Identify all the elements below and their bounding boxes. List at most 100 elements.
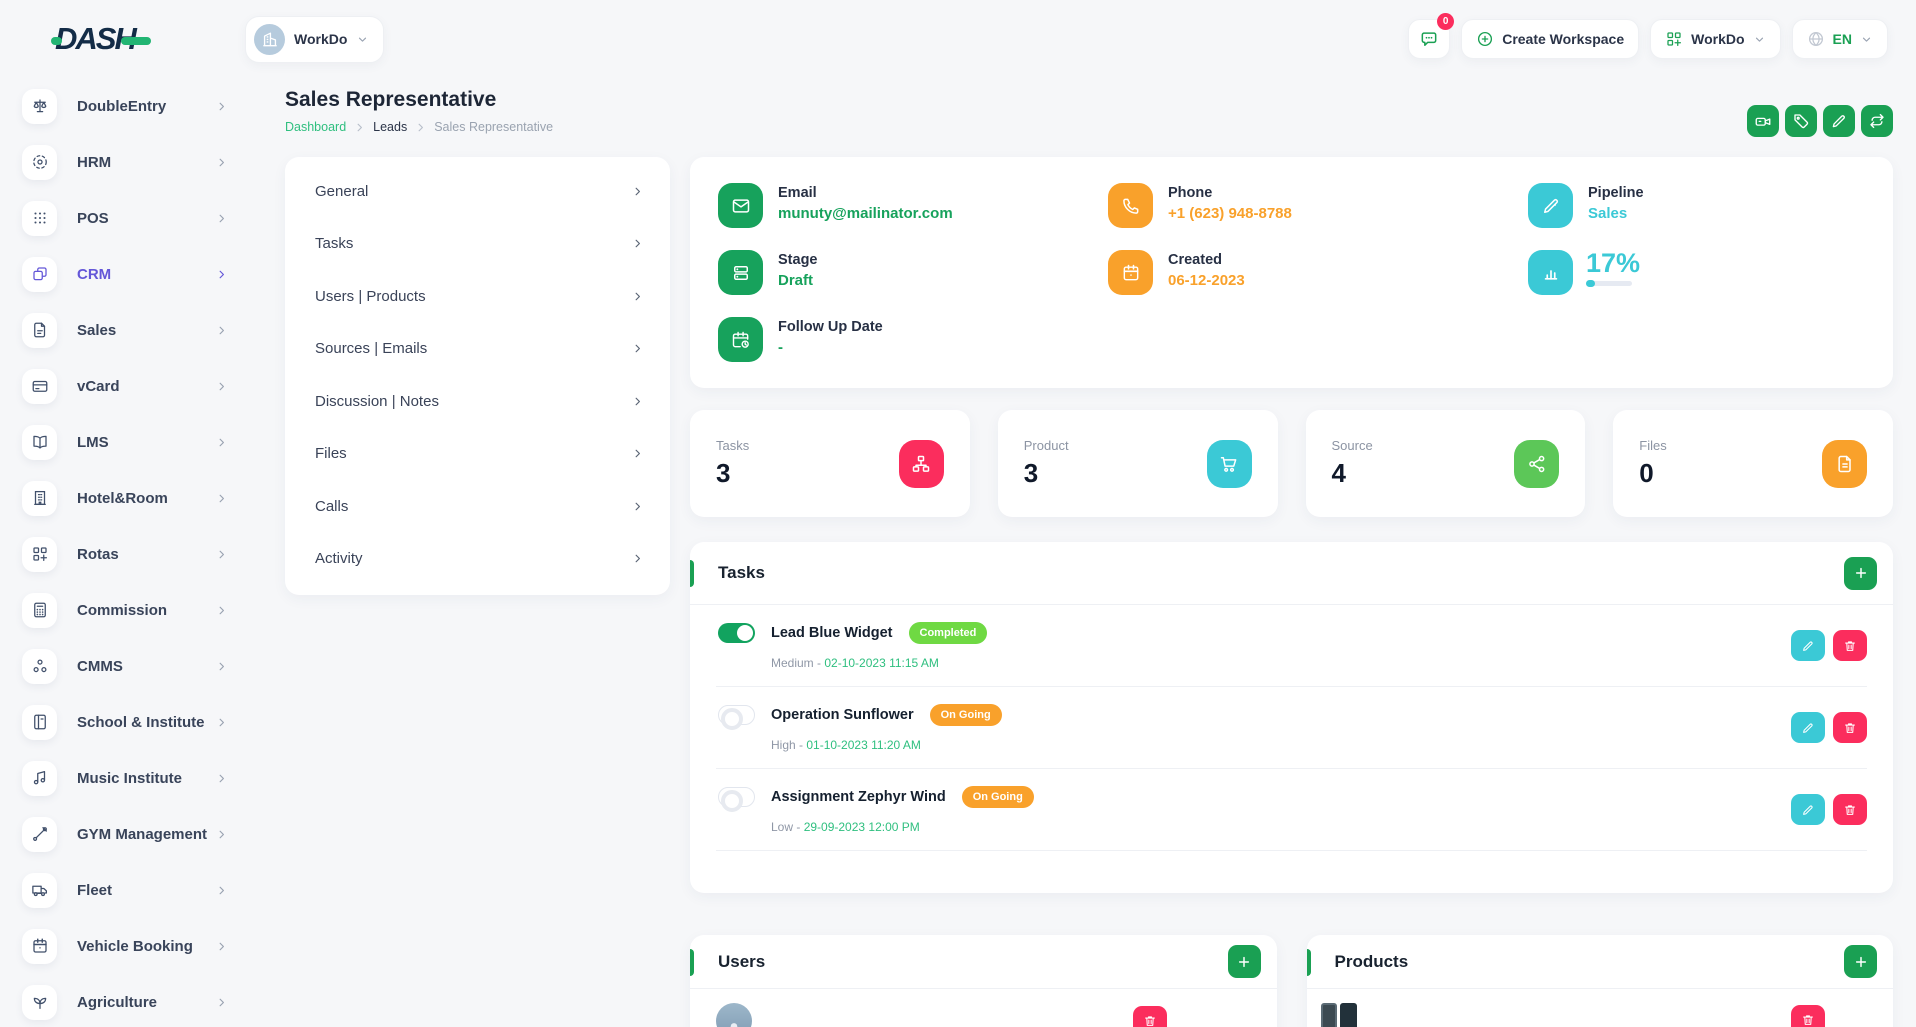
school-notebook-icon — [22, 705, 57, 740]
sidebar-item-gym-management[interactable]: GYM Management — [0, 806, 245, 862]
nav-item-tasks[interactable]: Tasks — [285, 218, 670, 271]
lead-email-value: munuty@mailinator.com — [778, 205, 953, 222]
sidebar-item-rotas[interactable]: Rotas — [0, 526, 245, 582]
task-complete-toggle[interactable] — [718, 705, 755, 725]
sidebar-item-vehicle-booking[interactable]: Vehicle Booking — [0, 918, 245, 974]
sidebar-item-cmms[interactable]: CMMS — [0, 638, 245, 694]
lead-stats-row: Tasks3 Product3 Source4 Files0 — [690, 410, 1893, 517]
cart-icon — [1207, 440, 1252, 488]
sidebar-item-agriculture[interactable]: Agriculture — [0, 974, 245, 1027]
breadcrumb-dashboard-link[interactable]: Dashboard — [285, 120, 346, 134]
sidebar-item-school-institute[interactable]: School & Institute — [0, 694, 245, 750]
sidebar-item-music-institute[interactable]: Music Institute — [0, 750, 245, 806]
product-row — [1307, 989, 1894, 1027]
nav-item-files[interactable]: Files — [285, 428, 670, 481]
messages-button[interactable]: 0 — [1408, 19, 1450, 59]
trash-icon — [1843, 803, 1857, 817]
workdo-menu-label: WorkDo — [1691, 31, 1744, 47]
lead-progress-field: 17% — [1528, 250, 1865, 295]
sidebar-item-fleet[interactable]: Fleet — [0, 862, 245, 918]
plus-icon — [1236, 954, 1252, 970]
pen-icon — [1528, 183, 1573, 228]
lead-stage-value: Draft — [778, 272, 818, 289]
breadcrumb: Dashboard Leads Sales Representative — [285, 120, 553, 134]
chevron-right-icon — [631, 447, 644, 460]
task-meta: High - 01-10-2023 11:20 AM — [771, 738, 1791, 752]
add-task-button[interactable] — [1844, 557, 1877, 590]
sidebar-item-hrm[interactable]: HRM — [0, 134, 245, 190]
add-product-button[interactable] — [1844, 945, 1877, 978]
sidebar-item-hotel-room[interactable]: Hotel&Room — [0, 470, 245, 526]
lms-book-icon — [22, 425, 57, 460]
workspace-switcher[interactable]: WorkDo — [245, 16, 384, 63]
nav-item-calls[interactable]: Calls — [285, 480, 670, 533]
lead-progress-bar — [1586, 281, 1632, 286]
remove-user-button[interactable] — [1133, 1006, 1167, 1027]
chat-bubble-icon — [1419, 29, 1439, 49]
sidebar-item-sales[interactable]: Sales — [0, 302, 245, 358]
breadcrumb-leads-link[interactable]: Leads — [373, 120, 407, 134]
share-network-icon — [1514, 440, 1559, 488]
sidebar-item-vcard[interactable]: vCard — [0, 358, 245, 414]
convert-lead-button[interactable] — [1861, 105, 1893, 137]
nav-item-activity[interactable]: Activity — [285, 533, 670, 586]
messages-count-badge: 0 — [1437, 13, 1454, 30]
lead-pipeline-value: Sales — [1588, 205, 1644, 222]
pencil-icon — [1801, 803, 1815, 817]
lead-created-field: Created06-12-2023 — [1108, 250, 1528, 295]
label-tag-button[interactable] — [1785, 105, 1817, 137]
users-section-title: Users — [718, 952, 765, 972]
create-workspace-button[interactable]: Create Workspace — [1461, 19, 1639, 59]
task-row: Operation Sunflower On Going High - 01-1… — [690, 687, 1893, 768]
nav-item-discussion-notes[interactable]: Discussion | Notes — [285, 375, 670, 428]
delete-task-button[interactable] — [1833, 712, 1867, 743]
trash-icon — [1843, 721, 1857, 735]
cmms-circles-icon — [22, 649, 57, 684]
sidebar-item-crm[interactable]: CRM — [0, 246, 245, 302]
edit-lead-button[interactable] — [1823, 105, 1855, 137]
chevron-right-icon — [631, 237, 644, 250]
nav-item-general[interactable]: General — [285, 165, 670, 218]
chevron-right-icon — [215, 380, 228, 393]
commission-calculator-icon — [22, 593, 57, 628]
lead-info-card: Emailmunuty@mailinator.com Phone+1 (623)… — [690, 157, 1893, 388]
task-complete-toggle[interactable] — [718, 787, 755, 807]
nav-item-sources-emails[interactable]: Sources | Emails — [285, 323, 670, 376]
vehicle-calendar-icon — [22, 929, 57, 964]
sidebar-item-doubleentry[interactable]: DoubleEntry — [0, 78, 245, 134]
remove-product-button[interactable] — [1791, 1005, 1825, 1027]
tasks-count: 3 — [716, 458, 749, 489]
workdo-menu-button[interactable]: WorkDo — [1650, 19, 1780, 59]
language-selector[interactable]: EN — [1792, 19, 1888, 59]
user-row — [690, 989, 1277, 1027]
chevron-right-icon — [215, 660, 228, 673]
chevron-right-icon — [631, 290, 644, 303]
pencil-icon — [1801, 639, 1815, 653]
edit-task-button[interactable] — [1791, 712, 1825, 743]
delete-task-button[interactable] — [1833, 630, 1867, 661]
lead-created-value: 06-12-2023 — [1168, 272, 1245, 289]
chevron-right-icon — [215, 268, 228, 281]
hotel-building-icon — [22, 481, 57, 516]
delete-task-button[interactable] — [1833, 794, 1867, 825]
edit-task-button[interactable] — [1791, 794, 1825, 825]
sidebar-item-commission[interactable]: Commission — [0, 582, 245, 638]
sidebar-item-pos[interactable]: POS — [0, 190, 245, 246]
stat-card-product: Product3 — [998, 410, 1278, 517]
task-complete-toggle[interactable] — [718, 623, 755, 643]
trash-icon — [1801, 1013, 1815, 1027]
nav-item-users-products[interactable]: Users | Products — [285, 270, 670, 323]
edit-task-button[interactable] — [1791, 630, 1825, 661]
task-status-badge: On Going — [962, 786, 1034, 808]
add-user-button[interactable] — [1228, 945, 1261, 978]
sidebar-item-lms[interactable]: LMS — [0, 414, 245, 470]
lead-follow-up-value: - — [778, 339, 883, 356]
products-section-title: Products — [1335, 952, 1409, 972]
chevron-right-icon — [631, 552, 644, 565]
task-meta: Medium - 02-10-2023 11:15 AM — [771, 656, 1791, 670]
meeting-video-button[interactable] — [1747, 105, 1779, 137]
dash-logo[interactable]: DASH — [55, 21, 245, 57]
language-code: EN — [1833, 31, 1852, 47]
chevron-right-icon — [215, 492, 228, 505]
building-avatar-icon — [254, 24, 285, 55]
